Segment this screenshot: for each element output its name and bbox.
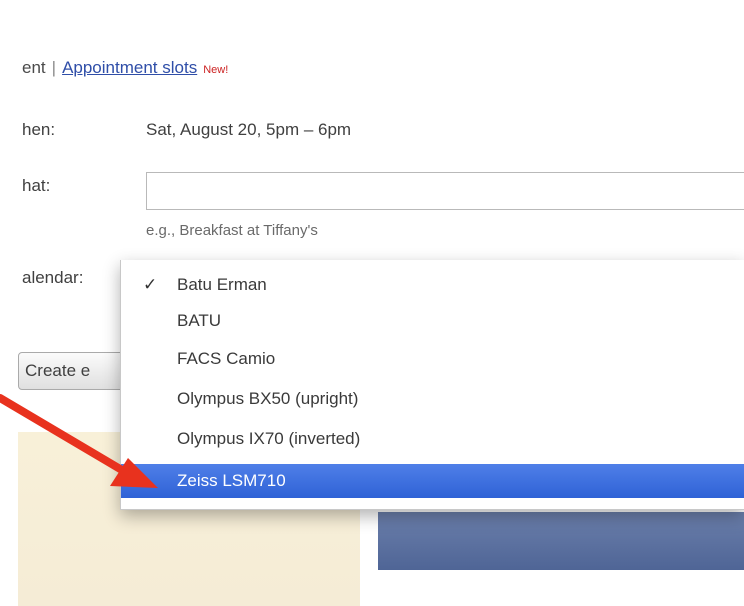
checkmark-icon: ✓ bbox=[143, 275, 158, 294]
calendar-option-label: Olympus IX70 (inverted) bbox=[177, 429, 361, 448]
calendar-option-facs-camio[interactable]: FACS Camio bbox=[121, 342, 744, 376]
calendar-dropdown-menu: ✓ Batu Erman BATU FACS Camio Olympus BX5… bbox=[120, 260, 744, 510]
calendar-option-label: Zeiss LSM710 bbox=[177, 471, 286, 490]
calendar-label: alendar: bbox=[22, 268, 84, 287]
screenshot-stage: ent | Appointment slots New! hen: Sat, Augu… bbox=[0, 0, 744, 606]
calendar-option-olympus-bx50[interactable]: Olympus BX50 (upright) bbox=[121, 382, 744, 416]
calendar-option-label: Batu Erman bbox=[177, 275, 267, 294]
when-value: Sat, August 20, 5pm – 6pm bbox=[146, 120, 352, 139]
calendar-option-batu[interactable]: BATU bbox=[121, 304, 744, 338]
calendar-option-zeiss-lsm710[interactable]: Zeiss LSM710 bbox=[121, 464, 744, 498]
calendar-option-label: FACS Camio bbox=[177, 349, 276, 368]
event-tab-label[interactable]: ent bbox=[22, 58, 46, 77]
calendar-option-batu-erman[interactable]: ✓ Batu Erman bbox=[121, 268, 744, 302]
what-input[interactable] bbox=[146, 172, 744, 210]
when-label: hen: bbox=[22, 120, 56, 139]
header-separator: | bbox=[51, 58, 57, 77]
what-hint: e.g., Breakfast at Tiffany's bbox=[146, 222, 318, 239]
what-label: hat: bbox=[22, 176, 51, 195]
appointment-slots-link[interactable]: Appointment slots bbox=[62, 58, 197, 77]
calendar-option-olympus-ix70[interactable]: Olympus IX70 (inverted) bbox=[121, 422, 744, 456]
page-background-blue-bar bbox=[378, 512, 744, 570]
dialog-header: ent | Appointment slots New! bbox=[22, 58, 228, 78]
calendar-option-label: BATU bbox=[177, 311, 222, 330]
left-margin bbox=[0, 0, 18, 606]
calendar-option-label: Olympus BX50 (upright) bbox=[177, 389, 359, 408]
new-badge: New! bbox=[203, 64, 229, 76]
